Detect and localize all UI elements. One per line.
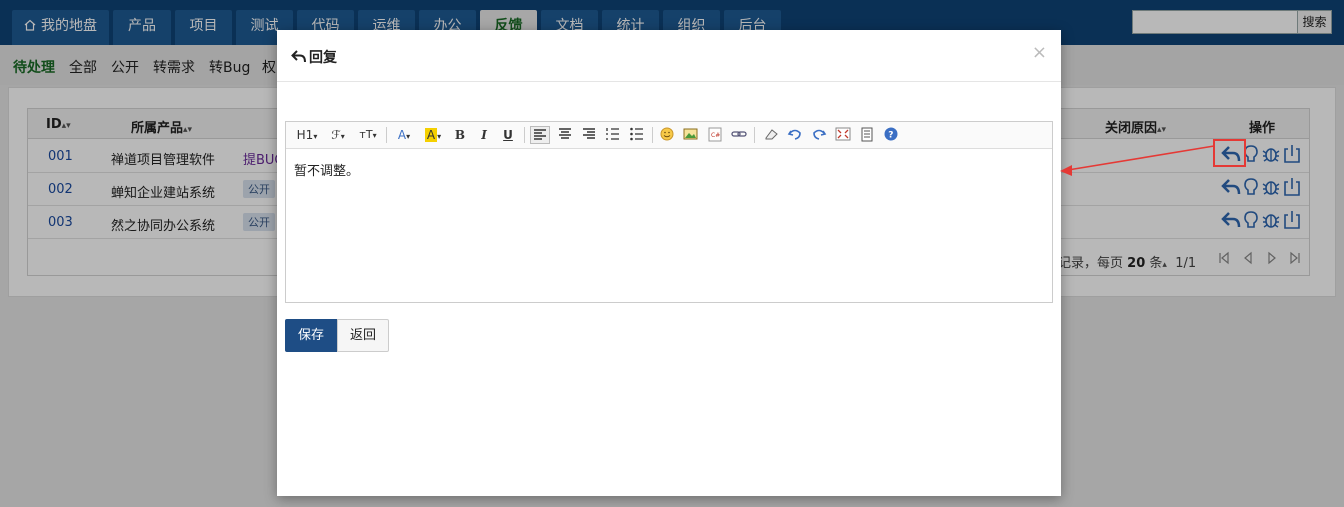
font-family-dropdown[interactable]: ℱ▾ — [328, 126, 348, 144]
editor-content[interactable]: 暂不调整。 — [294, 160, 359, 179]
svg-text:?: ? — [888, 131, 893, 141]
image-icon[interactable] — [682, 126, 700, 144]
reply-dialog: 回复 × H1▾ ℱ▾ тT▾ A▾ A ▾ B I U C# ? 暂不调整。 … — [277, 30, 1061, 496]
font-size-dropdown[interactable]: тT▾ — [356, 126, 380, 144]
font-color-icon[interactable]: A▾ — [394, 126, 414, 144]
emoji-icon[interactable] — [658, 126, 676, 144]
save-button[interactable]: 保存 — [285, 319, 337, 352]
bullet-list-icon[interactable] — [628, 126, 646, 144]
close-icon[interactable]: × — [1032, 42, 1047, 63]
italic-icon[interactable]: I — [476, 126, 492, 144]
rich-text-editor[interactable]: H1▾ ℱ▾ тT▾ A▾ A ▾ B I U C# ? 暂不调整。 — [285, 121, 1053, 303]
reply-icon — [291, 50, 306, 63]
paste-icon[interactable] — [858, 126, 876, 144]
link-icon[interactable] — [730, 126, 748, 144]
ordered-list-icon[interactable] — [604, 126, 622, 144]
highlight-box — [1213, 139, 1246, 167]
align-right-icon[interactable] — [580, 126, 598, 144]
code-icon[interactable]: C# — [706, 126, 724, 144]
dialog-title: 回复 — [309, 50, 337, 66]
dialog-header: 回复 × — [277, 30, 1061, 82]
redo-icon[interactable] — [810, 126, 828, 144]
toolbar-divider — [386, 127, 387, 143]
back-button[interactable]: 返回 — [337, 319, 389, 352]
toolbar-divider — [754, 127, 755, 143]
align-center-icon[interactable] — [556, 126, 574, 144]
eraser-icon[interactable] — [762, 126, 780, 144]
highlight-color-icon[interactable]: A ▾ — [422, 126, 444, 144]
undo-icon[interactable] — [786, 126, 804, 144]
align-left-icon[interactable] — [530, 126, 550, 144]
underline-icon[interactable]: U — [500, 126, 516, 144]
help-icon[interactable]: ? — [882, 126, 900, 144]
heading-dropdown[interactable]: H1▾ — [294, 126, 320, 144]
bold-icon[interactable]: B — [452, 126, 468, 144]
editor-toolbar: H1▾ ℱ▾ тT▾ A▾ A ▾ B I U C# ? — [286, 122, 1052, 149]
svg-text:C#: C# — [711, 132, 720, 139]
fullscreen-icon[interactable] — [834, 126, 852, 144]
toolbar-divider — [652, 127, 653, 143]
toolbar-divider — [524, 127, 525, 143]
